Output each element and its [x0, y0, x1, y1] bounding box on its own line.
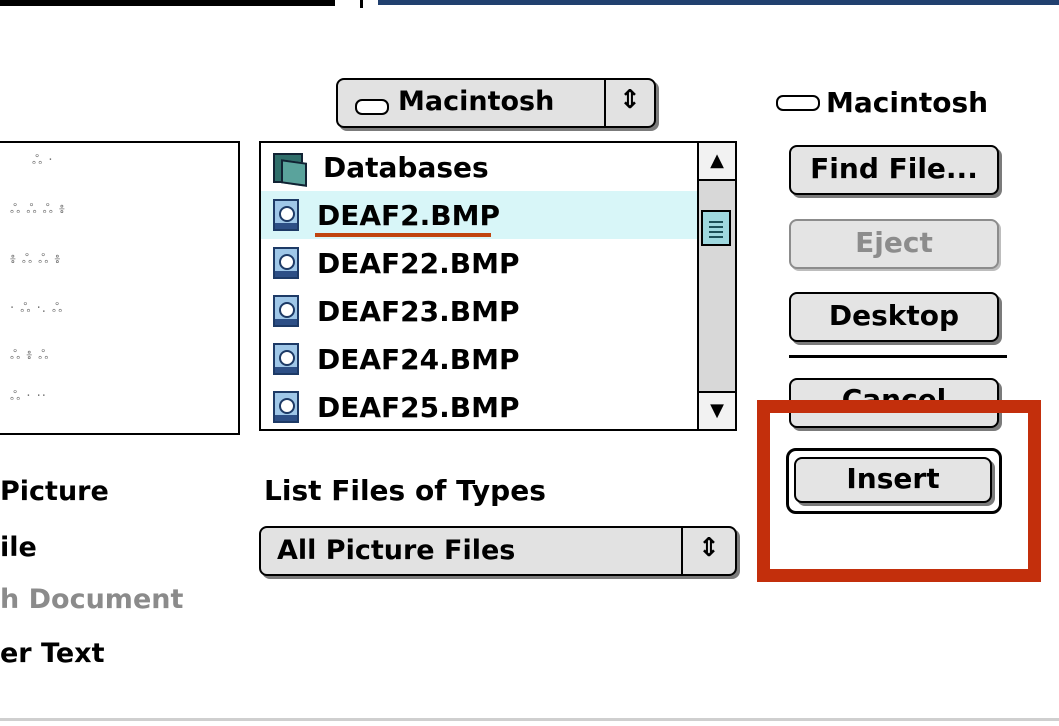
top-border-window	[378, 0, 1059, 5]
selection-underline-annotation	[315, 233, 491, 237]
scroll-down-arrow-icon[interactable]: ▼	[699, 391, 735, 429]
preview-glyph: · ஃ ·. ஃ	[10, 301, 64, 316]
find-file-button[interactable]: Find File...	[789, 145, 999, 195]
picture-file-icon	[271, 389, 303, 425]
volume-popup-menu[interactable]: Macintosh ⇕	[336, 78, 656, 128]
top-border-tick	[360, 0, 363, 8]
folder-icon	[271, 149, 309, 187]
file-types-selected: All Picture Files	[277, 535, 516, 566]
popup-divider	[681, 528, 683, 574]
picture-preview: ஃ · ஃ ஃ ஃ ៖ ៖ ஃ ஃ ៖ · ஃ ·. ஃ ஃ ៖ ஃ ஃ · ·…	[0, 141, 240, 435]
list-item-label: DEAF25.BMP	[317, 390, 520, 424]
vertical-scrollbar[interactable]: ▲ ▼	[697, 143, 735, 429]
file-types-popup-menu[interactable]: All Picture Files ⇕	[259, 526, 737, 576]
preview-glyph: ஃ ·	[32, 153, 54, 168]
list-item-deaf24[interactable]: DEAF24.BMP	[261, 335, 699, 383]
volume-popup-label: Macintosh	[398, 86, 555, 117]
list-item-label: DEAF2.BMP	[317, 198, 501, 232]
insert-highlight-annotation	[757, 400, 1041, 582]
hard-drive-icon	[355, 99, 389, 115]
file-types-label: List Files of Types	[264, 474, 546, 507]
desktop-button[interactable]: Desktop	[789, 292, 999, 342]
preview-glyph: ஃ ஃ ஃ ៖	[10, 202, 66, 217]
list-item-deaf2[interactable]: DEAF2.BMP	[261, 191, 699, 239]
preview-glyph: ஃ ៖ ஃ	[10, 348, 50, 363]
list-item-deaf22[interactable]: DEAF22.BMP	[261, 239, 699, 287]
option-text[interactable]: er Text	[0, 638, 105, 669]
option-document: h Document	[0, 584, 184, 615]
current-volume: Macintosh	[776, 86, 988, 119]
file-list[interactable]: Databases DEAF2.BMP DEAF22.BMP DEAF23.BM…	[259, 141, 737, 431]
preview-glyph: ஃ · ··	[10, 389, 47, 404]
picture-file-icon	[271, 197, 303, 233]
scroll-up-arrow-icon[interactable]: ▲	[699, 143, 735, 181]
popup-divider	[604, 80, 606, 126]
top-border	[0, 0, 335, 6]
preview-glyph: ៖ ஃ ஃ ៖	[10, 252, 62, 267]
hard-drive-icon	[776, 94, 820, 111]
picture-file-icon	[271, 245, 303, 281]
picture-file-icon	[271, 341, 303, 377]
option-file[interactable]: ile	[0, 532, 37, 563]
list-item-deaf23[interactable]: DEAF23.BMP	[261, 287, 699, 335]
current-volume-name: Macintosh	[826, 86, 989, 119]
eject-button[interactable]: Eject	[789, 219, 999, 269]
list-item-label: DEAF24.BMP	[317, 342, 520, 376]
popup-arrows-icon: ⇕	[619, 85, 641, 115]
list-item-deaf25[interactable]: DEAF25.BMP	[261, 383, 699, 429]
popup-arrows-icon: ⇕	[698, 533, 720, 563]
list-item-label: Databases	[323, 150, 489, 184]
scroll-thumb[interactable]	[701, 210, 731, 246]
button-separator	[789, 355, 1007, 358]
bottom-border	[0, 718, 1059, 721]
list-item-databases[interactable]: Databases	[261, 143, 699, 191]
list-item-label: DEAF22.BMP	[317, 246, 520, 280]
list-item-label: DEAF23.BMP	[317, 294, 520, 328]
picture-file-icon	[271, 293, 303, 329]
option-picture[interactable]: Picture	[0, 476, 109, 507]
